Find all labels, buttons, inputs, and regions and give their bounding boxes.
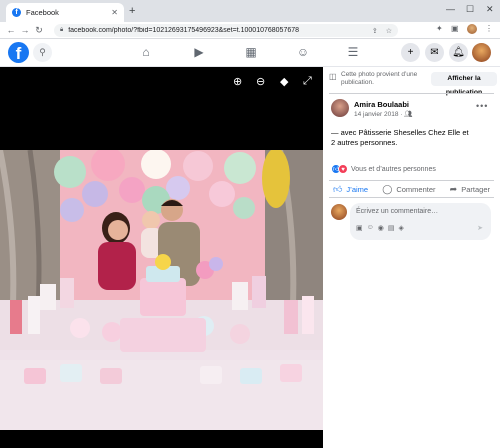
- reactions-summary[interactable]: 👍︎ ♥ Vous et d’autres personnes: [331, 164, 436, 174]
- photo-viewer: ⊕ ⊖ ◆ ⤢: [0, 67, 323, 448]
- notifications-bell-icon[interactable]: 🔔︎: [449, 43, 468, 62]
- emoji-icon[interactable]: ☺: [367, 224, 374, 232]
- zoom-out-icon[interactable]: ⊖: [256, 75, 265, 88]
- back-icon[interactable]: ←: [4, 25, 18, 35]
- browser-tab[interactable]: f Facebook ✕: [6, 3, 124, 22]
- share-button[interactable]: ➦ Partager: [450, 184, 490, 195]
- post-caption: — avec Pâtisserie Sheselles Chez Elle et…: [331, 128, 491, 148]
- groups-icon[interactable]: ☺: [296, 45, 310, 59]
- bookmark-star-icon[interactable]: ☆: [386, 27, 392, 35]
- divider: [329, 93, 494, 94]
- post-details-panel: ◫ Cette photo provient d’une publication…: [323, 67, 500, 448]
- facebook-favicon-icon: f: [12, 8, 21, 17]
- url-field[interactable]: 🔒︎ facebook.com/photo/?fbid=102126931754…: [54, 24, 398, 37]
- url-text: facebook.com/photo/?fbid=102126931754969…: [68, 27, 300, 34]
- minimize-icon[interactable]: —: [446, 4, 455, 14]
- facebook-top-nav: f ⚲ ⌂ ▶ ▦ ☺ ☰ + ✉ 🔔︎: [0, 39, 500, 67]
- comment-input[interactable]: Écrivez un commentaire… ▣ ☺ ◉ ▤ ◈ ➤: [350, 203, 491, 240]
- gif-icon[interactable]: ▤: [388, 224, 395, 232]
- marketplace-icon[interactable]: ▦: [244, 45, 258, 59]
- more-options-icon[interactable]: •••: [476, 101, 488, 111]
- tab-title: Facebook: [26, 8, 59, 17]
- sticker-icon[interactable]: ◈: [399, 224, 404, 232]
- others-link[interactable]: 2 autres personnes.: [331, 138, 397, 147]
- notice-info-icon: ◫: [329, 72, 337, 81]
- browser-profile-avatar[interactable]: [467, 24, 477, 34]
- share-arrow-icon: ➦: [449, 183, 458, 194]
- home-icon[interactable]: ⌂: [139, 45, 153, 59]
- comment-bubble-icon: ◯: [382, 183, 393, 194]
- share-page-icon[interactable]: ⇪: [372, 27, 378, 35]
- caption-prefix: — avec: [331, 128, 359, 137]
- post-date-text[interactable]: 14 janvier 2018 ·: [354, 111, 404, 118]
- reload-icon[interactable]: ↻: [32, 25, 46, 36]
- love-reaction-icon: ♥: [338, 164, 348, 174]
- avatar-sticker-icon[interactable]: ▣: [356, 224, 363, 232]
- tab-close-icon[interactable]: ✕: [111, 8, 118, 17]
- comment-button[interactable]: ◯ Commenter: [382, 184, 435, 195]
- view-post-button[interactable]: Afficher la publication: [431, 72, 497, 96]
- commenter-avatar: [331, 204, 347, 220]
- browser-menu-icon[interactable]: ⋮: [485, 24, 493, 33]
- forward-icon[interactable]: →: [18, 25, 32, 35]
- post-notice: ◫ Cette photo provient d’une publication…: [329, 70, 497, 96]
- like-button[interactable]: 👍︎ J’aime: [333, 184, 368, 195]
- share-label: Partager: [461, 184, 490, 194]
- tag-icon[interactable]: ◆: [280, 75, 288, 88]
- extensions-puzzle-icon[interactable]: ✦: [436, 24, 443, 33]
- address-bar-row: ← → ↻ 🔒︎ facebook.com/photo/?fbid=102126…: [0, 22, 500, 39]
- caption-suffix: et: [460, 128, 469, 137]
- new-tab-button[interactable]: +: [129, 5, 135, 17]
- messenger-icon[interactable]: ✉: [425, 43, 444, 62]
- thumbs-up-icon: 👍︎: [333, 183, 343, 194]
- watch-video-icon[interactable]: ▶: [192, 45, 206, 59]
- like-label: J’aime: [346, 184, 369, 194]
- reactions-text[interactable]: Vous et d’autres personnes: [351, 166, 436, 173]
- comment-placeholder: Écrivez un commentaire…: [356, 208, 439, 215]
- menu-icon[interactable]: ☰: [346, 45, 360, 59]
- author-avatar[interactable]: [331, 99, 349, 117]
- send-icon[interactable]: ➤: [477, 224, 483, 232]
- search-icon[interactable]: ⚲: [33, 43, 52, 62]
- audience-friends-icon[interactable]: 👥︎: [404, 111, 412, 118]
- post-actions-bar: 👍︎ J’aime ◯ Commenter ➦ Partager: [329, 180, 494, 198]
- lock-icon: 🔒︎: [60, 27, 64, 33]
- author-name[interactable]: Amira Boulaabi: [354, 100, 409, 109]
- account-avatar[interactable]: [472, 43, 491, 62]
- side-panel-icon[interactable]: ▣: [451, 24, 459, 33]
- zoom-in-icon[interactable]: ⊕: [233, 75, 242, 88]
- photo-image[interactable]: [0, 150, 323, 430]
- fullscreen-icon[interactable]: ⤢: [303, 75, 312, 88]
- camera-icon[interactable]: ◉: [378, 224, 384, 232]
- facebook-logo[interactable]: f: [8, 42, 29, 63]
- comment-label: Commenter: [396, 184, 436, 194]
- window-close-icon[interactable]: ✕: [486, 4, 494, 15]
- maximize-icon[interactable]: ☐: [466, 4, 474, 15]
- notice-text: Cette photo provient d’une publication.: [341, 71, 418, 86]
- browser-tab-strip: f Facebook ✕ + — ☐ ✕: [0, 0, 500, 22]
- post-date: 14 janvier 2018 · 👥︎: [354, 110, 413, 118]
- create-plus-icon[interactable]: +: [401, 43, 420, 62]
- comment-tools: ▣ ☺ ◉ ▤ ◈: [356, 224, 404, 232]
- tagged-page-link[interactable]: Pâtisserie Sheselles Chez Elle: [359, 128, 461, 137]
